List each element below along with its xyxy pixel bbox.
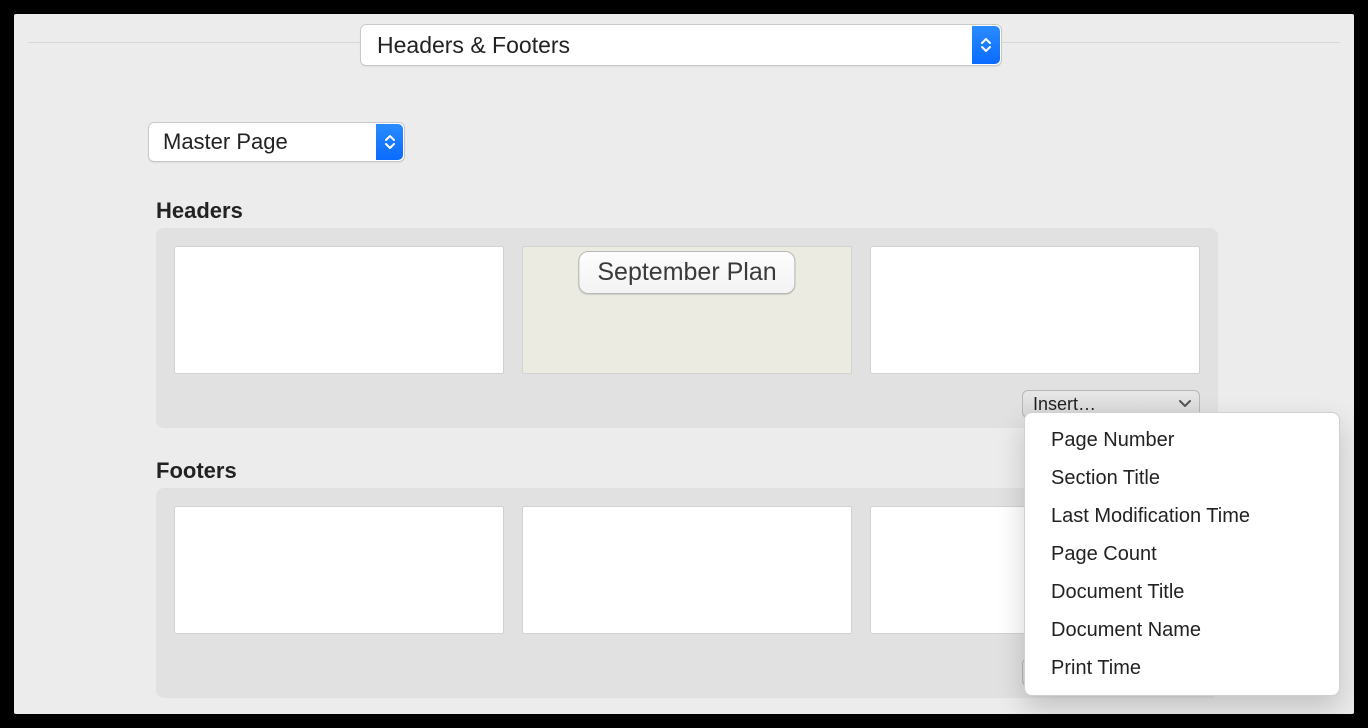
chevron-down-icon: [1179, 400, 1191, 408]
footer-cell-center[interactable]: [522, 506, 852, 634]
header-cells: September Plan: [156, 228, 1218, 374]
tab-select[interactable]: Headers & Footers: [360, 24, 1002, 66]
header-center-value: September Plan: [578, 251, 795, 294]
header-cell-center[interactable]: September Plan: [522, 246, 852, 374]
menu-item-print-time[interactable]: Print Time: [1025, 649, 1339, 687]
menu-item-document-title[interactable]: Document Title: [1025, 573, 1339, 611]
headers-title: Headers: [156, 198, 243, 224]
header-cell-left[interactable]: [174, 246, 504, 374]
footer-cell-left[interactable]: [174, 506, 504, 634]
footers-title: Footers: [156, 458, 237, 484]
header-cell-right[interactable]: [870, 246, 1200, 374]
headers-footers-panel: Headers & Footers Master Page Headers Se…: [14, 14, 1354, 714]
updown-icon: [972, 26, 1000, 64]
menu-item-last-mod-time[interactable]: Last Modification Time: [1025, 497, 1339, 535]
page-scope-select[interactable]: Master Page: [148, 122, 405, 162]
menu-item-page-number[interactable]: Page Number: [1025, 421, 1339, 459]
updown-icon: [376, 124, 403, 160]
insert-menu: Page Number Section Title Last Modificat…: [1024, 412, 1340, 696]
headers-card: September Plan Insert…: [156, 228, 1218, 428]
tab-select-label: Headers & Footers: [361, 32, 570, 59]
menu-item-page-count[interactable]: Page Count: [1025, 535, 1339, 573]
menu-item-document-name[interactable]: Document Name: [1025, 611, 1339, 649]
menu-item-section-title[interactable]: Section Title: [1025, 459, 1339, 497]
page-scope-label: Master Page: [149, 129, 288, 155]
